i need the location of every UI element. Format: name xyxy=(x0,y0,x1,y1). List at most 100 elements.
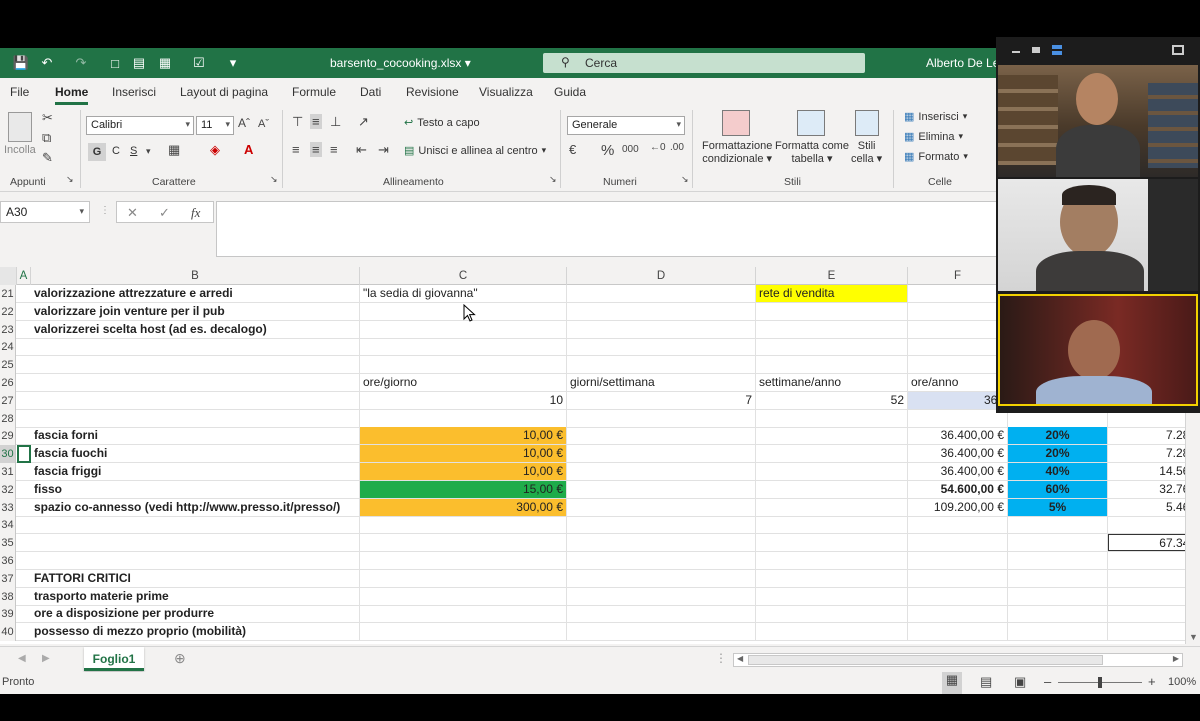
cell-e[interactable] xyxy=(756,587,908,605)
cell-b[interactable]: valorizzazione attrezzature e arredi xyxy=(31,285,360,302)
cell-g[interactable]: 60% xyxy=(1008,480,1108,498)
cell-f[interactable] xyxy=(908,409,1008,427)
cell-f[interactable] xyxy=(908,338,1008,356)
cell-f[interactable]: 364 xyxy=(908,391,1008,409)
cell-f[interactable] xyxy=(908,534,1008,552)
tab-data[interactable]: Dati xyxy=(360,85,381,99)
dialog-launcher-icon[interactable]: ↘ xyxy=(66,174,74,185)
participant-video-3-active-speaker[interactable] xyxy=(998,294,1198,406)
cell-c[interactable] xyxy=(360,534,567,552)
zoom-in-icon[interactable]: + xyxy=(1148,674,1156,689)
font-color-icon[interactable]: A xyxy=(244,142,253,157)
zoom-out-icon[interactable]: – xyxy=(1044,674,1051,689)
bold-button[interactable]: G xyxy=(88,143,106,161)
cell-g[interactable] xyxy=(1008,569,1108,587)
cell-g[interactable] xyxy=(1008,516,1108,534)
decrease-indent-icon[interactable]: ⇤ xyxy=(356,142,367,158)
scroll-down-icon[interactable]: ▼ xyxy=(1189,632,1198,642)
column-header-b[interactable]: B xyxy=(31,267,360,285)
font-size-select[interactable]: 11 ▾ xyxy=(196,116,234,135)
cell-e[interactable] xyxy=(756,427,908,445)
customize-toolbar-icon[interactable]: ▾ xyxy=(224,54,242,72)
cell-c[interactable]: 10,00 € xyxy=(360,445,567,463)
cell-b[interactable]: possesso di mezzo proprio (mobilità) xyxy=(31,623,360,641)
cell-styles-button[interactable]: Stili cella ▾ xyxy=(851,140,882,165)
cell-g[interactable]: 20% xyxy=(1008,445,1108,463)
tab-insert[interactable]: Inserisci xyxy=(112,85,156,99)
splitter-icon[interactable]: ⋮ xyxy=(715,651,727,665)
cell-d[interactable]: 7 xyxy=(567,391,756,409)
cell-d[interactable] xyxy=(567,498,756,516)
column-header-c[interactable]: C xyxy=(360,267,567,285)
cell-d[interactable] xyxy=(567,480,756,498)
cell-e[interactable] xyxy=(756,623,908,641)
cell-c[interactable] xyxy=(360,409,567,427)
cell-c[interactable] xyxy=(360,356,567,374)
cell-g[interactable] xyxy=(1008,534,1108,552)
cell-d[interactable] xyxy=(567,587,756,605)
cell-f[interactable]: 36.400,00 € xyxy=(908,427,1008,445)
cell-b[interactable]: valorizzare join venture per il pub xyxy=(31,302,360,320)
cell-f[interactable]: 54.600,00 € xyxy=(908,480,1008,498)
insert-cells-button[interactable]: ▦ Inserisci ▾ xyxy=(904,110,967,124)
more-options-icon[interactable]: ⋮ xyxy=(100,205,110,216)
row-header[interactable]: 40 xyxy=(0,623,16,642)
cell-f[interactable] xyxy=(908,605,1008,623)
tab-help[interactable]: Guida xyxy=(554,85,586,99)
row-header[interactable]: 39 xyxy=(0,605,16,624)
undo-icon[interactable]: ↶ xyxy=(38,54,56,72)
cell-d[interactable] xyxy=(567,552,756,569)
cell-b[interactable]: ore a disposizione per produrre xyxy=(31,605,360,623)
insert-function-icon[interactable]: fx xyxy=(191,205,200,221)
cell-d[interactable] xyxy=(567,605,756,623)
cell-e[interactable] xyxy=(756,409,908,427)
cell-g[interactable]: 5% xyxy=(1008,498,1108,516)
row-header[interactable]: 23 xyxy=(0,320,16,339)
participant-video-1[interactable] xyxy=(998,65,1198,177)
cell-c[interactable] xyxy=(360,516,567,534)
cell-e[interactable] xyxy=(756,480,908,498)
increase-decimal-icon[interactable]: ←0 xyxy=(650,142,666,153)
cell-e[interactable] xyxy=(756,445,908,463)
cell-d[interactable] xyxy=(567,409,756,427)
horizontal-scrollbar[interactable]: ◀ ▶ xyxy=(733,653,1183,667)
cell-d[interactable] xyxy=(567,302,756,320)
cell-b[interactable]: fascia fuochi xyxy=(31,445,360,463)
cell-f[interactable] xyxy=(908,516,1008,534)
page-break-view-icon[interactable]: ▣ xyxy=(1014,674,1026,690)
new-file-icon[interactable]: □ xyxy=(106,54,124,72)
cell-f[interactable] xyxy=(908,356,1008,374)
cell-b[interactable]: fascia forni xyxy=(31,427,360,445)
select-all-corner[interactable] xyxy=(0,267,17,285)
cell-b[interactable]: fascia friggi xyxy=(31,463,360,480)
cell-d[interactable] xyxy=(567,285,756,302)
cell-c[interactable]: 15,00 € xyxy=(360,480,567,498)
align-center-icon[interactable]: ≡ xyxy=(310,142,322,157)
row-header[interactable]: 24 xyxy=(0,338,16,357)
cell-e[interactable] xyxy=(756,320,908,338)
sheet-tab-foglio1[interactable]: Foglio1 xyxy=(84,647,144,671)
row-header[interactable]: 37 xyxy=(0,569,16,588)
increase-indent-icon[interactable]: ⇥ xyxy=(378,142,389,158)
dialog-launcher-icon[interactable]: ↘ xyxy=(549,174,557,185)
row-header[interactable]: 33 xyxy=(0,498,16,517)
cell-g[interactable]: 20% xyxy=(1008,427,1108,445)
row-header[interactable]: 21 xyxy=(0,285,16,303)
redo-icon[interactable]: ↷ xyxy=(72,54,90,72)
underline-button[interactable]: S xyxy=(130,145,137,157)
normal-view-icon[interactable]: ▦ xyxy=(942,672,962,694)
zoom-level[interactable]: 100% xyxy=(1168,676,1196,688)
cell-e[interactable] xyxy=(756,356,908,374)
formula-input[interactable] xyxy=(216,201,1006,257)
dialog-launcher-icon[interactable]: ↘ xyxy=(270,174,278,185)
format-as-table-button[interactable]: Formatta come tabella ▾ xyxy=(775,140,849,165)
cell-e[interactable]: settimane/anno xyxy=(756,374,908,391)
cell-d[interactable] xyxy=(567,338,756,356)
cell-b[interactable] xyxy=(31,391,360,409)
cell-f[interactable] xyxy=(908,320,1008,338)
cell-f[interactable] xyxy=(908,569,1008,587)
tab-home[interactable]: Home xyxy=(55,85,89,105)
fill-color-icon[interactable]: ◈ xyxy=(210,142,220,158)
cell-g[interactable]: 40% xyxy=(1008,463,1108,480)
cell-b[interactable] xyxy=(31,409,360,427)
